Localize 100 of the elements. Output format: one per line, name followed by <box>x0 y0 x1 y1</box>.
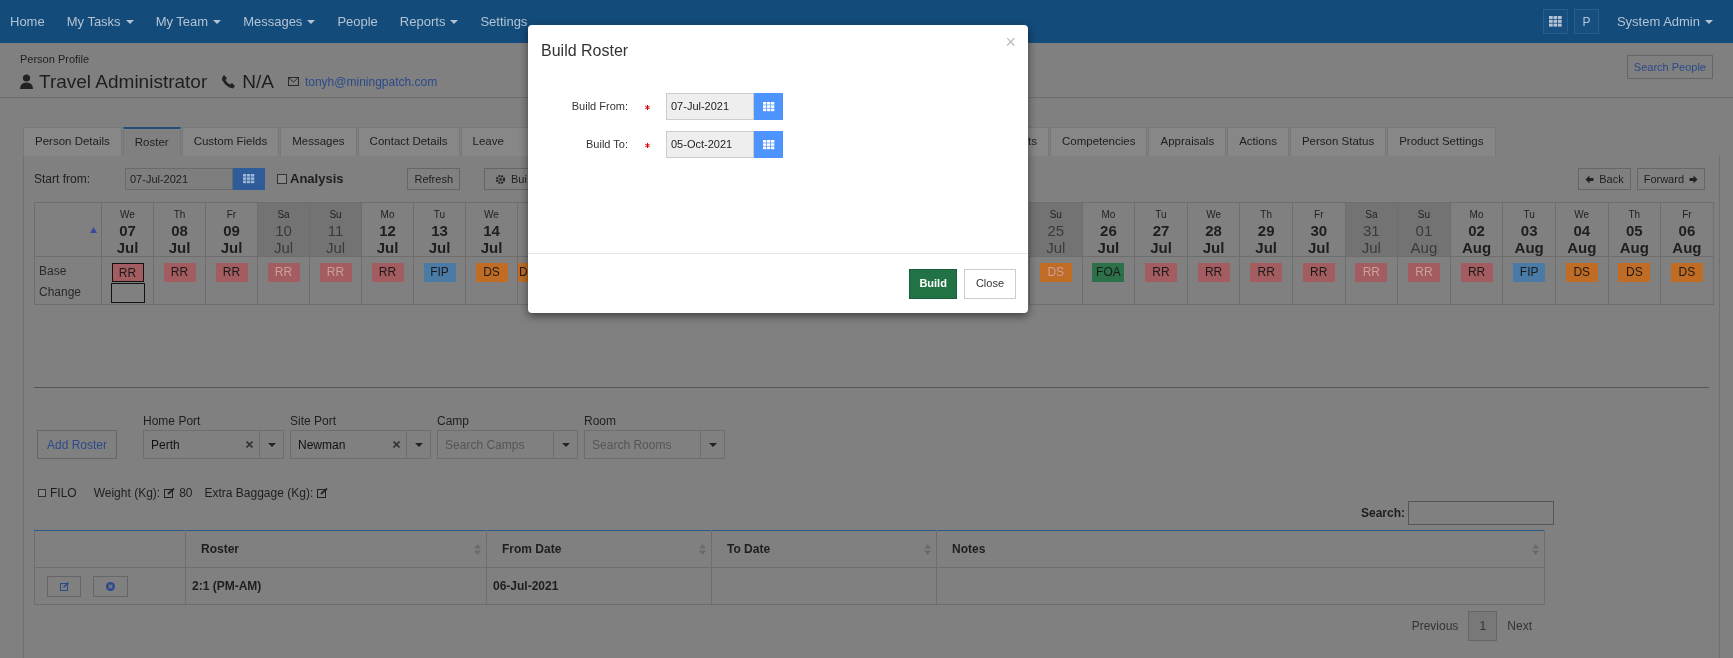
month-label: Jul <box>1201 239 1226 256</box>
nav-link[interactable]: Reports <box>388 11 470 32</box>
shift-chip[interactable]: RR <box>1197 263 1230 282</box>
search-people-button[interactable]: Search People <box>1626 55 1713 79</box>
column-header[interactable]: Notes <box>952 540 986 558</box>
tab[interactable]: Messages <box>280 127 357 156</box>
start-from-label: Start from: <box>34 171 91 188</box>
shift-chip[interactable]: RR <box>1460 263 1493 282</box>
shift-chip[interactable]: DS <box>1670 263 1703 282</box>
tab[interactable]: Competencies <box>1049 127 1148 156</box>
shift-chip[interactable]: RR <box>111 263 144 282</box>
search-field[interactable] <box>1408 501 1554 525</box>
day-number: 05 <box>1625 222 1644 239</box>
day-number: 04 <box>1572 222 1592 239</box>
tab[interactable]: Appraisals <box>1148 127 1227 156</box>
filo-checkbox[interactable] <box>38 489 46 497</box>
tab[interactable]: Product Settings <box>1387 127 1496 156</box>
shift-chip[interactable]: RR <box>1302 263 1335 282</box>
arrow-right-icon <box>1689 174 1698 184</box>
sort-icon <box>89 227 97 234</box>
caret-icon <box>125 19 134 24</box>
month-label: Aug <box>1513 239 1545 256</box>
day-number: 02 <box>1467 222 1486 239</box>
refresh-button[interactable]: Refresh <box>407 168 460 190</box>
column-header[interactable]: Roster <box>201 540 239 558</box>
shift-chip[interactable]: RR <box>1250 263 1283 282</box>
tab[interactable]: Person Status <box>1289 127 1387 156</box>
caret-icon <box>213 19 222 24</box>
shift-chip[interactable]: RR <box>1145 263 1177 282</box>
weekday-label: Th <box>172 208 187 222</box>
change-slot[interactable] <box>110 283 145 303</box>
calendar-icon <box>243 174 255 184</box>
shift-chip[interactable]: RR <box>215 263 248 282</box>
day-number: 11 <box>326 222 345 239</box>
tab[interactable]: Custom Fields <box>181 127 280 156</box>
month-label: Jul <box>375 239 400 256</box>
nav-link[interactable]: Messages <box>232 11 327 32</box>
weekday-label: Th <box>1627 208 1642 222</box>
weekday-label: We <box>119 208 136 222</box>
caret-icon <box>450 19 459 24</box>
caret-icon <box>414 442 423 447</box>
weekday-label: Fr <box>1681 208 1693 222</box>
weight-label: Weight (Kg): <box>93 485 161 502</box>
shift-chip[interactable]: DS <box>475 263 508 282</box>
shift-chip[interactable]: DS <box>1565 263 1598 282</box>
shift-chip[interactable]: FOA <box>1092 263 1125 282</box>
month-label: Aug <box>1671 239 1703 256</box>
tab[interactable]: Roster <box>122 127 181 156</box>
month-label: Jul <box>1149 239 1173 256</box>
column-header[interactable]: From Date <box>502 540 562 558</box>
tab[interactable]: Actions <box>1227 127 1289 156</box>
clear-icon <box>246 441 254 448</box>
email-link[interactable]: tonyh@miningpatch.com <box>304 72 438 91</box>
select-field[interactable]: Perth <box>143 430 285 459</box>
tab[interactable]: Contact Details <box>357 127 460 156</box>
month-label: Jul <box>1360 239 1382 256</box>
envelope-icon <box>287 77 299 87</box>
close-button[interactable]: Close <box>963 268 1016 299</box>
nav-link[interactable]: My Tasks <box>55 11 145 32</box>
shift-chip[interactable]: FIP <box>1513 263 1546 282</box>
shift-chip[interactable]: FIP <box>423 263 456 282</box>
next-link[interactable]: Next <box>1507 617 1532 635</box>
nav-link[interactable]: My Team <box>144 11 233 32</box>
weekday-label: Tu <box>1154 208 1168 222</box>
month-label: Aug <box>1460 239 1493 256</box>
nav-link[interactable]: People <box>326 11 389 32</box>
add-roster-button[interactable]: Add Roster <box>37 430 118 459</box>
table-cell: 06-Jul-2021 <box>493 579 559 593</box>
build-button[interactable]: Build <box>909 268 957 299</box>
shift-chip[interactable]: DS <box>1618 263 1651 282</box>
back-button[interactable]: Back <box>1578 168 1631 190</box>
edit-button[interactable] <box>47 575 81 597</box>
tab[interactable]: ts <box>1028 127 1049 156</box>
select-field[interactable]: Newman <box>290 430 432 459</box>
field-label: Site Port <box>290 413 338 430</box>
column-header[interactable]: To Date <box>727 540 771 558</box>
table-cell: 2:1 (PM-AM) <box>192 579 262 593</box>
profile-button[interactable]: P <box>1573 9 1599 34</box>
analysis-checkbox[interactable] <box>277 174 287 184</box>
month-label: Jul <box>427 239 452 256</box>
weekday-label: Mo <box>1100 208 1117 222</box>
user-menu[interactable]: System Admin <box>1604 11 1733 32</box>
apps-button[interactable] <box>1542 9 1568 34</box>
previous-link[interactable]: Previous <box>1411 617 1459 635</box>
build-button[interactable]: Bui <box>484 168 529 190</box>
weekday-label: Su <box>1048 208 1063 222</box>
shift-chip[interactable]: RR <box>371 263 404 282</box>
caret-icon <box>561 442 570 447</box>
nav-link[interactable]: Home <box>0 11 56 32</box>
day-number: 27 <box>1151 222 1171 239</box>
nav-link[interactable]: Settings <box>469 11 539 32</box>
weekday-label: Sa <box>1364 208 1379 222</box>
weight-value: 80 <box>179 485 193 502</box>
forward-button[interactable]: Forward <box>1636 168 1705 190</box>
month-label: Jul <box>219 239 244 256</box>
tab[interactable]: Person Details <box>23 127 122 156</box>
tab[interactable]: Leave <box>460 127 528 156</box>
delete-button[interactable] <box>93 575 128 597</box>
page-button[interactable]: 1 <box>1468 611 1498 641</box>
shift-chip[interactable]: RR <box>163 263 196 282</box>
